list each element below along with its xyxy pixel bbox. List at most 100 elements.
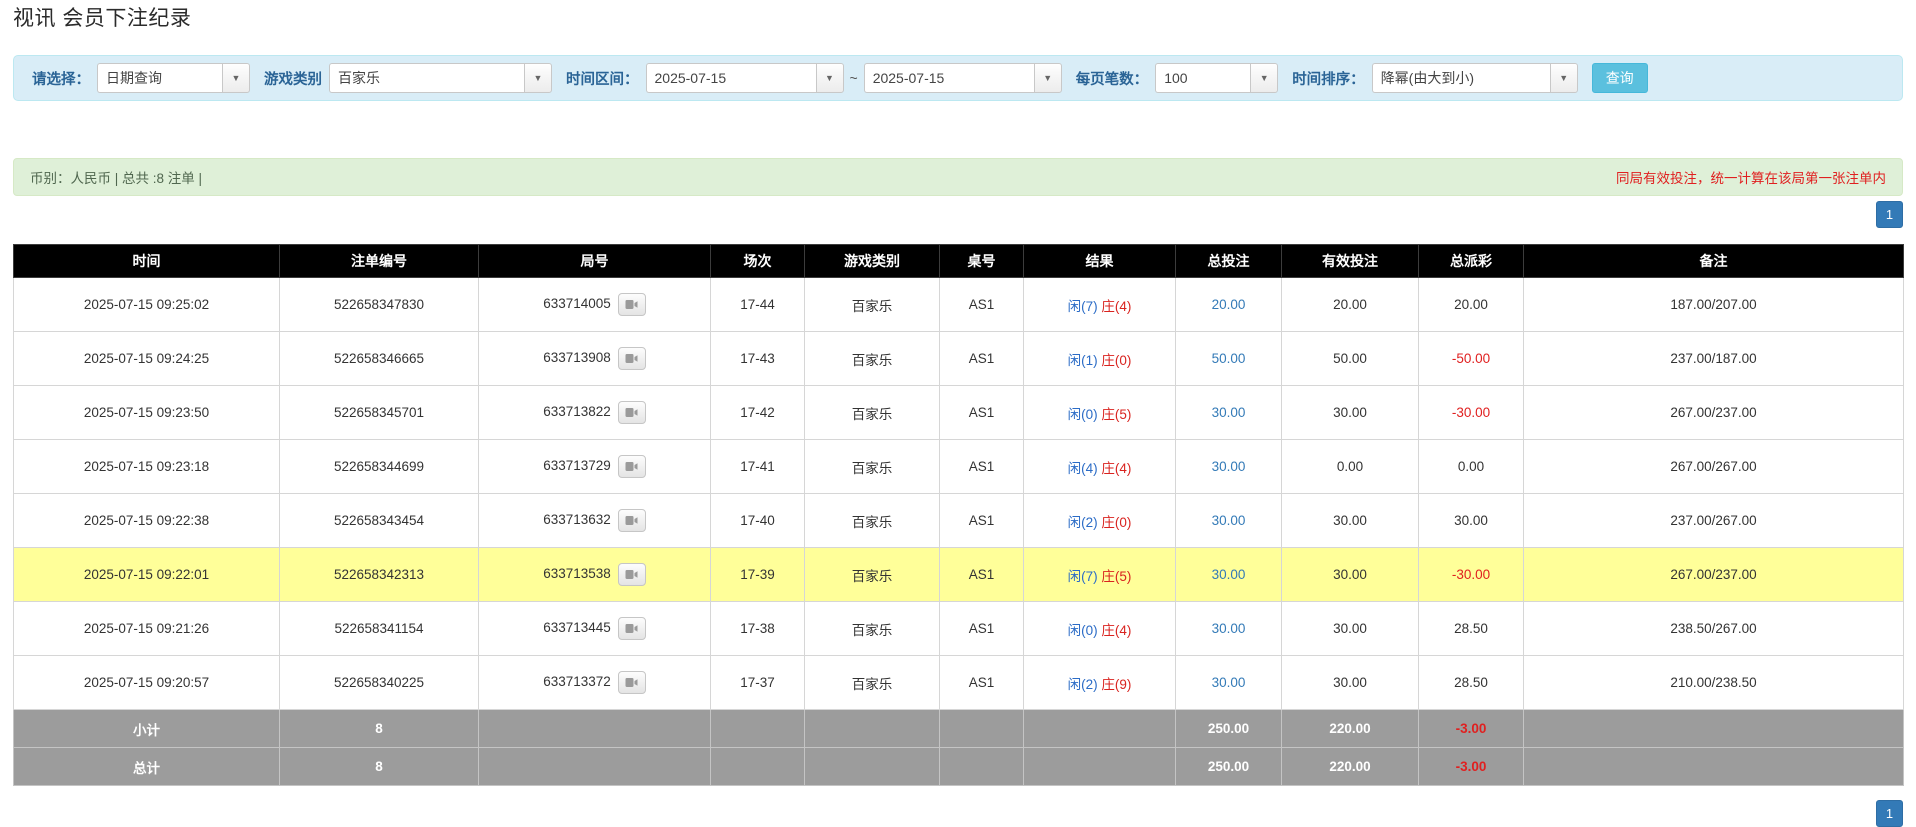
- cell-table-no: AS1: [939, 277, 1024, 332]
- summary-payout-value: -3.00: [1455, 759, 1487, 774]
- notice-text: 同局有效投注，统一计算在该局第一张注单内: [1616, 171, 1886, 186]
- cell-table-no: AS1: [939, 439, 1024, 494]
- page-1-button[interactable]: 1: [1876, 800, 1903, 827]
- query-type-input[interactable]: [97, 63, 222, 93]
- cell-valid-bet: 0.00: [1281, 439, 1419, 494]
- game-type-input[interactable]: [329, 63, 524, 93]
- cell-payout: 28.50: [1418, 601, 1524, 656]
- page-size-label: 每页笔数：: [1075, 71, 1149, 88]
- cell-bet-id: 522658343454: [279, 493, 479, 548]
- table-row: 2025-07-15 09:23:50 522658345701 633713822…: [13, 385, 1904, 440]
- video-replay-button[interactable]: [617, 671, 646, 694]
- video-camera-icon: [625, 354, 638, 363]
- cell-round-id: 633713822: [478, 385, 711, 440]
- pagination-top: 1: [1876, 201, 1903, 228]
- table-row: 2025-07-15 09:24:25 522658346665 633713908…: [13, 331, 1904, 386]
- cell-time: 2025-07-15 09:22:01: [13, 547, 280, 602]
- column-header: 场次: [710, 244, 805, 278]
- cell-time: 2025-07-15 09:21:26: [13, 601, 280, 656]
- cell-table-no: AS1: [939, 601, 1024, 656]
- video-replay-button[interactable]: [617, 455, 646, 478]
- date-from-picker: ▼: [645, 63, 844, 93]
- summary-count: 8: [279, 709, 479, 748]
- video-camera-icon: [625, 408, 638, 417]
- summary-empty-cell: [1023, 709, 1176, 748]
- column-header: 结果: [1023, 244, 1176, 278]
- cell-session: 17-44: [710, 277, 805, 332]
- page-1-button[interactable]: 1: [1876, 201, 1903, 228]
- cell-remark: 187.00/207.00: [1523, 277, 1904, 332]
- chevron-down-icon: ▼: [1559, 72, 1569, 83]
- summary-total-bet: 250.00: [1175, 747, 1282, 786]
- summary-empty-cell: [939, 747, 1024, 786]
- total-bet-link[interactable]: 20.00: [1212, 297, 1246, 312]
- summary-empty-cell: [804, 709, 940, 748]
- round-id-text: 633713632: [543, 512, 611, 528]
- cell-total-bet: 30.00: [1175, 601, 1282, 656]
- video-replay-button[interactable]: [617, 509, 646, 532]
- date-to-input[interactable]: [863, 63, 1034, 93]
- cell-result: 闲(7) 庄(4): [1023, 277, 1176, 332]
- total-bet-link[interactable]: 50.00: [1212, 351, 1246, 366]
- summary-payout: -3.00: [1418, 747, 1524, 786]
- cell-payout: -30.00: [1418, 385, 1524, 440]
- video-replay-button[interactable]: [617, 347, 646, 370]
- cell-time: 2025-07-15 09:20:57: [13, 655, 280, 710]
- page-size-dropdown-button[interactable]: ▼: [1250, 63, 1279, 93]
- cell-game-type: 百家乐: [804, 493, 940, 548]
- cell-payout: 0.00: [1418, 439, 1524, 494]
- cell-payout: 30.00: [1418, 493, 1524, 548]
- search-button[interactable]: 查询: [1591, 63, 1648, 93]
- cell-bet-id: 522658347830: [279, 277, 479, 332]
- cell-total-bet: 30.00: [1175, 655, 1282, 710]
- query-type-dropdown-button[interactable]: ▼: [222, 63, 250, 93]
- cell-total-bet: 30.00: [1175, 439, 1282, 494]
- date-to-dropdown-button[interactable]: ▼: [1033, 63, 1062, 93]
- summary-empty-cell: [939, 709, 1024, 748]
- total-bet-link[interactable]: 30.00: [1212, 405, 1246, 420]
- cell-table-no: AS1: [939, 655, 1024, 710]
- time-sort-input[interactable]: [1371, 63, 1550, 93]
- time-sort-dropdown-button[interactable]: ▼: [1549, 63, 1578, 93]
- cell-valid-bet: 50.00: [1281, 331, 1419, 386]
- banker-result: 庄(9): [1101, 676, 1132, 692]
- total-bet-link[interactable]: 30.00: [1212, 459, 1246, 474]
- date-from-dropdown-button[interactable]: ▼: [815, 63, 844, 93]
- video-replay-button[interactable]: [617, 617, 646, 640]
- cell-remark: 210.00/238.50: [1523, 655, 1904, 710]
- total-bet-link[interactable]: 30.00: [1212, 567, 1246, 582]
- banker-result: 庄(0): [1101, 514, 1132, 530]
- total-bet-link[interactable]: 30.00: [1212, 513, 1246, 528]
- cell-remark: 237.00/187.00: [1523, 331, 1904, 386]
- total-bet-link[interactable]: 30.00: [1212, 621, 1246, 636]
- chevron-down-icon: ▼: [1043, 72, 1053, 83]
- total-bet-link[interactable]: 30.00: [1212, 675, 1246, 690]
- summary-empty-cell: [1523, 709, 1904, 748]
- cell-time: 2025-07-15 09:24:25: [13, 331, 280, 386]
- player-result: 闲(7): [1067, 298, 1098, 314]
- game-type-combobox: ▼: [329, 63, 552, 93]
- video-camera-icon: [625, 624, 638, 633]
- cell-round-id: 633713729: [478, 439, 711, 494]
- currency-total-summary: 币别：人民币 | 总共 :8 注单 |: [30, 171, 203, 186]
- cell-time: 2025-07-15 09:22:38: [13, 493, 280, 548]
- video-replay-button[interactable]: [617, 293, 646, 316]
- cell-payout: 28.50: [1418, 655, 1524, 710]
- column-header: 注单编号: [279, 244, 479, 278]
- round-id-text: 633713445: [543, 620, 611, 636]
- cell-total-bet: 30.00: [1175, 493, 1282, 548]
- video-replay-button[interactable]: [617, 401, 646, 424]
- banker-result: 庄(4): [1101, 460, 1132, 476]
- summary-label: 总计: [13, 747, 280, 786]
- video-replay-button[interactable]: [617, 563, 646, 586]
- cell-remark: 237.00/267.00: [1523, 493, 1904, 548]
- column-header: 桌号: [939, 244, 1024, 278]
- cell-time: 2025-07-15 09:23:18: [13, 439, 280, 494]
- game-type-dropdown-button[interactable]: ▼: [524, 63, 552, 93]
- round-id-text: 633713908: [543, 350, 611, 366]
- date-from-input[interactable]: [645, 63, 816, 93]
- payout-value: 28.50: [1454, 675, 1488, 690]
- page-size-input[interactable]: [1155, 63, 1251, 93]
- table-row: 2025-07-15 09:23:18 522658344699 633713729…: [13, 439, 1904, 494]
- summary-empty-cell: [1523, 747, 1904, 786]
